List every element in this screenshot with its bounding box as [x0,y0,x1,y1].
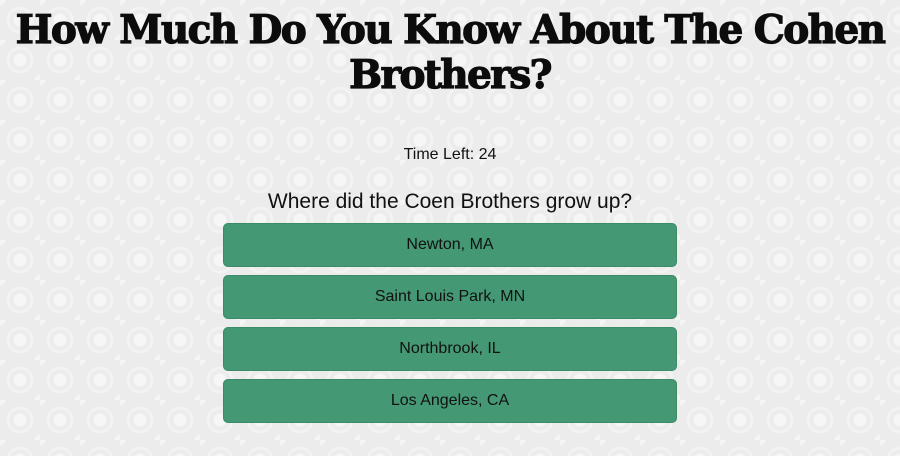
timer-text: Time Left: 24 [403,146,497,163]
answer-button-saint-louis-park[interactable]: Saint Louis Park, MN [223,275,677,319]
answer-list: Newton, MA Saint Louis Park, MN Northbro… [223,223,677,423]
answer-button-los-angeles[interactable]: Los Angeles, CA [223,379,677,423]
answer-button-newton[interactable]: Newton, MA [223,223,677,267]
quiz-page: How Much Do You Know About The Cohen Bro… [0,0,900,456]
page-title: How Much Do You Know About The Cohen Bro… [15,7,886,98]
answer-button-northbrook[interactable]: Northbrook, IL [223,327,677,371]
question-text: Where did the Coen Brothers grow up? [267,190,633,213]
